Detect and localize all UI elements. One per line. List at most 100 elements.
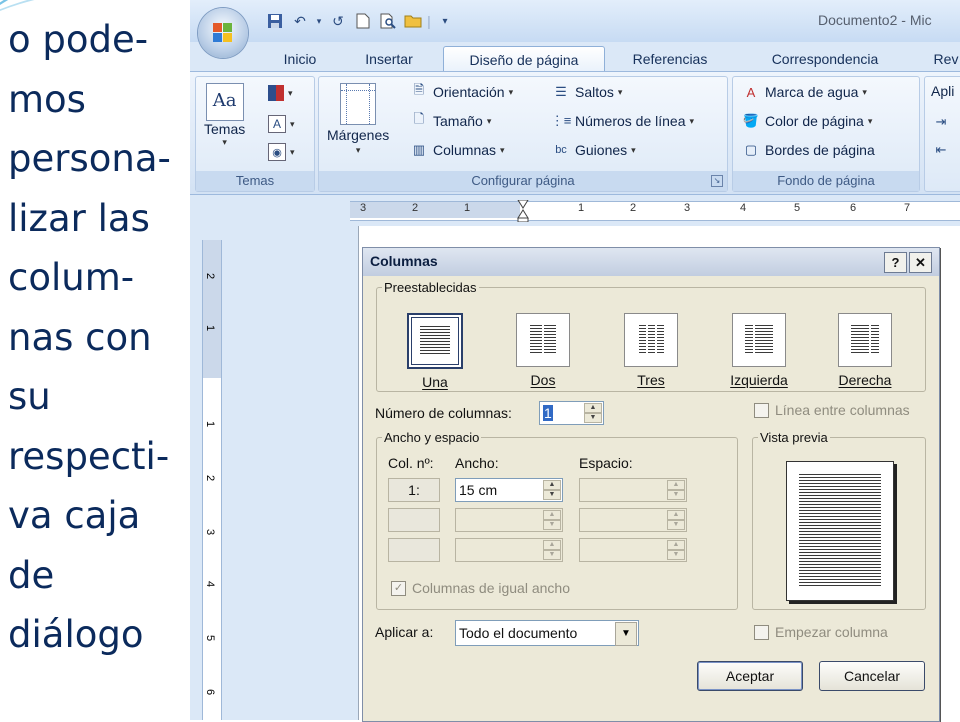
preset-tres[interactable]: Tres <box>611 313 691 388</box>
tab-inicio[interactable]: Inicio <box>265 46 335 72</box>
dialog-launcher-icon[interactable]: ↘ <box>711 175 723 187</box>
presets-group: Preestablecidas Una Dos Tres Izquierda D… <box>376 280 926 392</box>
slide-line: su <box>8 375 51 418</box>
two-columns-icon <box>516 313 570 367</box>
spin-down-icon: ▼ <box>667 550 685 560</box>
color-de-pagina-button[interactable]: 🪣 Color de página ▾ <box>741 112 872 130</box>
tamano-button[interactable]: 🗋 Tamaño ▾ <box>409 111 492 130</box>
margenes-button[interactable]: Márgenes ▾ <box>327 83 389 156</box>
width-stepper[interactable]: ▲ ▼ <box>455 508 563 532</box>
customize-toolbar-icon[interactable]: ▾ <box>434 10 456 32</box>
slide-text: o pode- mos persona- lizar las colum- na… <box>8 10 171 665</box>
spin-up-icon[interactable]: ▲ <box>584 403 602 413</box>
chevron-down-icon[interactable]: ▼ <box>615 622 637 646</box>
indent-left-icon[interactable]: ⇥ <box>931 113 951 131</box>
columnas-button[interactable]: ▥ Columnas ▾ <box>409 141 505 159</box>
num-columns-stepper[interactable]: 1 ▲ ▼ <box>539 401 604 425</box>
preset-izquierda[interactable]: Izquierda <box>719 313 799 388</box>
spacing-header: Espacio: <box>579 455 633 471</box>
saltos-button[interactable]: ☰ Saltos ▾ <box>551 83 622 101</box>
page-borders-icon: ▢ <box>744 142 758 157</box>
apply-to-select[interactable]: Todo el documento ▼ <box>455 620 639 646</box>
dropdown-arrow-icon[interactable]: ▾ <box>314 10 324 32</box>
one-column-icon <box>407 313 463 369</box>
dropdown-arrow-icon: ▾ <box>355 145 361 155</box>
spacing-stepper[interactable]: ▲ ▼ <box>579 538 687 562</box>
orientacion-button[interactable]: 🗎 Orientación ▾ <box>409 82 513 101</box>
width-stepper[interactable]: 15 cm ▲ ▼ <box>455 478 563 502</box>
apply-to-label: Aplicar a: <box>375 624 434 640</box>
line-between-label: Línea entre columnas <box>775 402 910 418</box>
start-column-checkbox[interactable] <box>754 625 769 640</box>
ruler-number: 5 <box>204 634 217 642</box>
num-columns-label: Número de columnas: <box>375 405 512 421</box>
spacing-stepper[interactable]: ▲ ▼ <box>579 478 687 502</box>
spin-up-icon[interactable]: ▲ <box>543 480 561 490</box>
temas-button[interactable]: Aa Temas ▾ <box>204 83 245 148</box>
new-document-icon[interactable] <box>352 10 374 32</box>
left-column-icon <box>732 313 786 367</box>
help-button[interactable]: ? <box>884 252 907 273</box>
marca-de-agua-button[interactable]: A Marca de agua ▾ <box>741 83 867 101</box>
spin-down-icon: ▼ <box>543 520 561 530</box>
width-stepper[interactable]: ▲ ▼ <box>455 538 563 562</box>
group-label: Temas <box>196 171 314 191</box>
print-preview-icon[interactable] <box>377 10 399 32</box>
three-columns-icon <box>624 313 678 367</box>
spin-up-icon: ▲ <box>543 540 561 550</box>
open-folder-icon[interactable] <box>402 10 424 32</box>
presets-legend: Preestablecidas <box>384 280 477 295</box>
slide-line: colum- <box>8 256 135 299</box>
preset-dos[interactable]: Dos <box>503 313 583 388</box>
spin-down-icon[interactable]: ▼ <box>543 490 561 500</box>
preset-una[interactable]: Una <box>395 313 475 390</box>
indent-marker-icon[interactable] <box>517 199 529 223</box>
numeros-de-linea-button[interactable]: ⋮≡ Números de línea ▾ <box>551 112 694 130</box>
spacing-stepper[interactable]: ▲ ▼ <box>579 508 687 532</box>
group-label: Fondo de página <box>733 171 919 191</box>
theme-fonts-button[interactable]: A ▾ <box>268 115 295 133</box>
bordes-de-pagina-button[interactable]: ▢ Bordes de página <box>741 141 875 159</box>
ruler-number: 6 <box>850 202 857 214</box>
col-number-header: Col. nº: <box>388 455 434 471</box>
vertical-ruler[interactable]: 2 1 1 2 3 4 5 6 <box>202 240 222 720</box>
ruler-number: 2 <box>630 202 637 214</box>
cancel-button[interactable]: Cancelar <box>819 661 925 691</box>
col-number-cell: 1: <box>388 478 440 502</box>
dialog-title: Columnas <box>370 253 438 269</box>
slide-line: persona- <box>8 137 171 180</box>
width-spacing-group: Ancho y espacio Col. nº: Ancho: Espacio:… <box>376 430 738 610</box>
undo-icon[interactable]: ↶ <box>289 10 311 32</box>
tab-correspondencia[interactable]: Correspondencia <box>750 46 900 72</box>
redo-icon[interactable]: ↺ <box>327 10 349 32</box>
theme-colors-button[interactable]: ▾ <box>268 85 293 101</box>
theme-effects-button[interactable]: ◉ ▾ <box>268 143 295 161</box>
equal-width-checkbox[interactable]: ✓ <box>391 581 406 596</box>
theme-colors-icon <box>268 85 284 101</box>
start-column-label: Empezar columna <box>775 624 888 640</box>
tab-referencias[interactable]: Referencias <box>620 46 720 72</box>
spin-down-icon[interactable]: ▼ <box>584 413 602 423</box>
equal-width-label: Columnas de igual ancho <box>412 580 570 596</box>
column-preview <box>786 461 894 601</box>
close-button[interactable]: ✕ <box>909 252 932 273</box>
width-spacing-legend: Ancho y espacio <box>384 430 480 445</box>
office-button[interactable] <box>198 8 248 58</box>
line-between-checkbox[interactable] <box>754 403 769 418</box>
columnas-dialog: Columnas ? ✕ Preestablecidas Una Dos Tre… <box>362 247 940 722</box>
preset-derecha[interactable]: Derecha <box>825 313 905 388</box>
group-parrafo-partial: Apli ⇥ ⇤ <box>924 76 960 192</box>
ruler-number: 1 <box>464 202 471 214</box>
slide-line: lizar las <box>8 196 150 240</box>
horizontal-ruler[interactable]: 3 2 1 1 2 3 4 5 6 7 <box>190 195 960 225</box>
tab-revisar[interactable]: Rev <box>926 46 960 72</box>
spin-up-icon: ▲ <box>667 540 685 550</box>
indent-right-icon[interactable]: ⇤ <box>931 141 951 159</box>
accept-button[interactable]: Aceptar <box>697 661 803 691</box>
tab-insertar[interactable]: Insertar <box>350 46 428 72</box>
save-icon[interactable] <box>264 10 286 32</box>
tab-diseno-de-pagina[interactable]: Diseño de página <box>443 46 605 73</box>
spin-up-icon: ▲ <box>667 510 685 520</box>
preview-group: Vista previa <box>752 430 926 610</box>
guiones-button[interactable]: bc Guiones ▾ <box>551 141 636 159</box>
